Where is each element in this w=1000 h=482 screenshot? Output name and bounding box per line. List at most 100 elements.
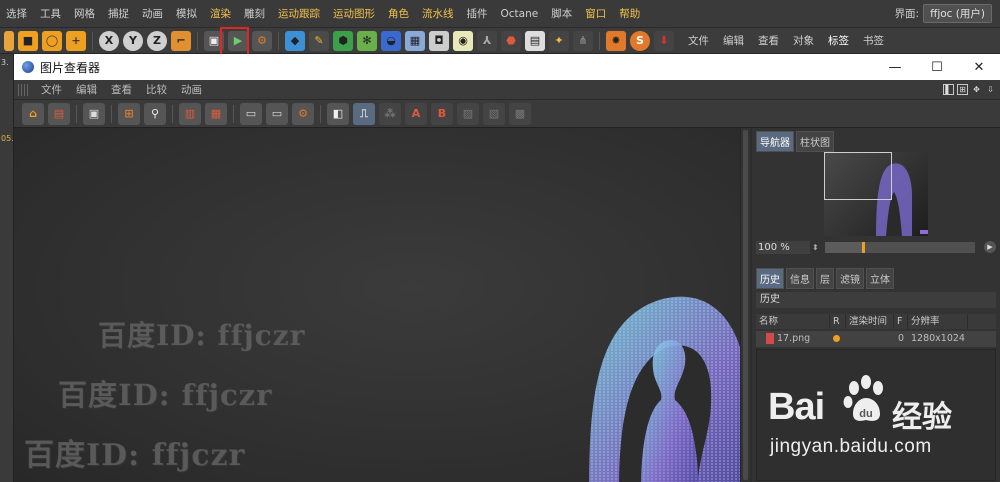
light-icon[interactable]: ◉ xyxy=(453,30,473,51)
channel-icon[interactable]: ▧ xyxy=(483,102,505,125)
open-folder-icon[interactable]: ⌂ xyxy=(22,102,44,125)
coordinate-system-icon[interactable]: ⌐ xyxy=(171,30,191,51)
octane-icon[interactable]: ✸ xyxy=(606,30,626,51)
s-plugin-icon[interactable]: S xyxy=(630,30,650,51)
ab-compare-icon[interactable]: ◧ xyxy=(327,102,349,125)
render-settings-icon[interactable]: ⚙ xyxy=(292,102,314,125)
menu-simulate[interactable]: 模拟 xyxy=(170,6,204,21)
minimize-button[interactable]: — xyxy=(874,54,916,80)
menu-character[interactable]: 角色 xyxy=(382,6,416,21)
menu-mesh[interactable]: 网格 xyxy=(68,6,102,21)
tb-menu-tag[interactable]: 标签 xyxy=(822,33,855,48)
pv-titlebar[interactable]: 图片查看器 — ☐ ✕ xyxy=(14,54,1000,80)
menu-help[interactable]: 帮助 xyxy=(613,6,647,21)
table-row[interactable]: 17.png 0 1280x1024 xyxy=(756,331,996,347)
fit-window-icon[interactable]: ⊞ xyxy=(118,102,140,125)
menu-animate[interactable]: 动画 xyxy=(136,6,170,21)
set-b-icon[interactable]: B xyxy=(431,102,453,125)
diff-icon[interactable]: ▨ xyxy=(457,102,479,125)
move-panel-icon[interactable]: ✥ xyxy=(971,84,982,95)
menu-script[interactable]: 脚本 xyxy=(545,6,579,21)
tab-navigator[interactable]: 导航器 xyxy=(756,131,794,152)
deformer-icon[interactable]: ◒ xyxy=(381,30,401,51)
render-view-icon[interactable]: ▣ xyxy=(204,30,224,51)
panel-split-icon[interactable]: ⊞ xyxy=(957,84,968,95)
tab-histogram[interactable]: 柱状图 xyxy=(796,131,834,152)
zoom-spinner-icon[interactable]: ⬍ xyxy=(812,243,819,252)
y-axis-icon[interactable]: Y xyxy=(123,30,143,51)
layer-icon[interactable]: ▩ xyxy=(509,102,531,125)
scrollbar-thumb[interactable] xyxy=(743,130,748,480)
tab-stereo[interactable]: 立体 xyxy=(866,268,894,289)
z-axis-icon[interactable]: Z xyxy=(147,30,167,51)
tb-menu-file[interactable]: 文件 xyxy=(682,33,715,48)
move-icon[interactable]: ■ xyxy=(18,30,38,51)
menu-plugins[interactable]: 插件 xyxy=(461,6,495,21)
col-render-time[interactable]: 渲染时间 xyxy=(846,314,894,329)
zoom-value[interactable]: 100 % xyxy=(756,240,810,254)
subdivision-icon[interactable]: ⬢ xyxy=(333,30,353,51)
menu-tools[interactable]: 工具 xyxy=(34,6,68,21)
mograph-cloner-icon[interactable]: ✻ xyxy=(357,30,377,51)
tb-menu-edit[interactable]: 编辑 xyxy=(717,33,750,48)
maximize-button[interactable]: ☐ xyxy=(916,54,958,80)
pv-menu-edit[interactable]: 编辑 xyxy=(69,82,104,97)
tb-menu-view[interactable]: 查看 xyxy=(752,33,785,48)
render-to-picture-viewer-icon[interactable]: ▶ xyxy=(228,30,248,51)
split-compare-icon[interactable]: ⎍ xyxy=(353,102,375,125)
paste-icon[interactable]: ▦ xyxy=(205,102,227,125)
col-name[interactable]: 名称 xyxy=(756,314,830,329)
scale-icon[interactable]: + xyxy=(66,30,86,51)
panel-layout-icon[interactable]: ▌ xyxy=(943,84,954,95)
menu-render[interactable]: 渲染 xyxy=(204,6,238,21)
menu-motion-tracking[interactable]: 运动跟踪 xyxy=(272,6,327,21)
set-a-icon[interactable]: A xyxy=(405,102,427,125)
rotate-icon[interactable]: ◯ xyxy=(42,30,62,51)
menu-snap[interactable]: 捕捉 xyxy=(102,6,136,21)
stop-render-icon[interactable]: ▭ xyxy=(240,102,262,125)
pin-icon[interactable]: ⇩ xyxy=(985,84,996,95)
render-window-icon[interactable]: ▭ xyxy=(266,102,288,125)
sketch-icon[interactable]: ⋔ xyxy=(573,30,593,51)
tb-menu-object[interactable]: 对象 xyxy=(787,33,820,48)
tag-icon[interactable]: ⬣ xyxy=(501,30,521,51)
pv-menu-animation[interactable]: 动画 xyxy=(174,82,209,97)
floor-icon[interactable]: ▦ xyxy=(405,30,425,51)
pv-menu-view[interactable]: 查看 xyxy=(104,82,139,97)
navigator-viewport-rect[interactable] xyxy=(824,152,892,200)
save-as-icon[interactable]: ▤ xyxy=(48,102,70,125)
col-r[interactable]: R xyxy=(830,314,846,329)
menu-pipeline[interactable]: 流水线 xyxy=(416,6,461,21)
copy-icon[interactable]: ▥ xyxy=(179,102,201,125)
camera-icon[interactable]: ◘ xyxy=(429,30,449,51)
menu-mograph[interactable]: 运动图形 xyxy=(327,6,382,21)
menu-octane[interactable]: Octane xyxy=(495,8,546,20)
tb-menu-bookmark[interactable]: 书签 xyxy=(857,33,890,48)
zoom-play-icon[interactable]: ▶ xyxy=(984,241,996,253)
vertical-scrollbar[interactable] xyxy=(740,128,750,482)
tab-filters[interactable]: 滤镜 xyxy=(836,268,864,289)
bulb-icon[interactable]: ✦ xyxy=(549,30,569,51)
character-icon[interactable]: ⅄ xyxy=(477,30,497,51)
ab-swap-icon[interactable]: ⁂ xyxy=(379,102,401,125)
tab-info[interactable]: 信息 xyxy=(786,268,814,289)
tab-history[interactable]: 历史 xyxy=(756,268,784,289)
col-resolution[interactable]: 分辨率 xyxy=(908,314,968,329)
col-f[interactable]: F xyxy=(894,314,908,329)
render-region-icon[interactable]: ▣ xyxy=(83,102,105,125)
render-settings-icon[interactable]: ⚙ xyxy=(252,30,272,51)
image-canvas[interactable]: 百度ID: ffjczr 百度ID: ffjczr 百度ID: ffjczr xyxy=(14,128,740,482)
picture-icon[interactable]: ▤ xyxy=(525,30,545,51)
arrow-icon[interactable] xyxy=(4,30,14,51)
pv-menu-file[interactable]: 文件 xyxy=(34,82,69,97)
redshift-icon[interactable]: ⬇ xyxy=(654,30,674,51)
zoom-slider-knob[interactable] xyxy=(862,241,866,253)
menu-sculpt[interactable]: 雕刻 xyxy=(238,6,272,21)
tab-layers[interactable]: 层 xyxy=(816,268,834,289)
menu-window[interactable]: 窗口 xyxy=(579,6,613,21)
clip-icon[interactable]: ⚲ xyxy=(144,102,166,125)
menu-select[interactable]: 选择 xyxy=(0,6,34,21)
zoom-slider[interactable] xyxy=(824,241,975,253)
cube-icon[interactable]: ◆ xyxy=(285,30,305,51)
close-button[interactable]: ✕ xyxy=(958,54,1000,80)
